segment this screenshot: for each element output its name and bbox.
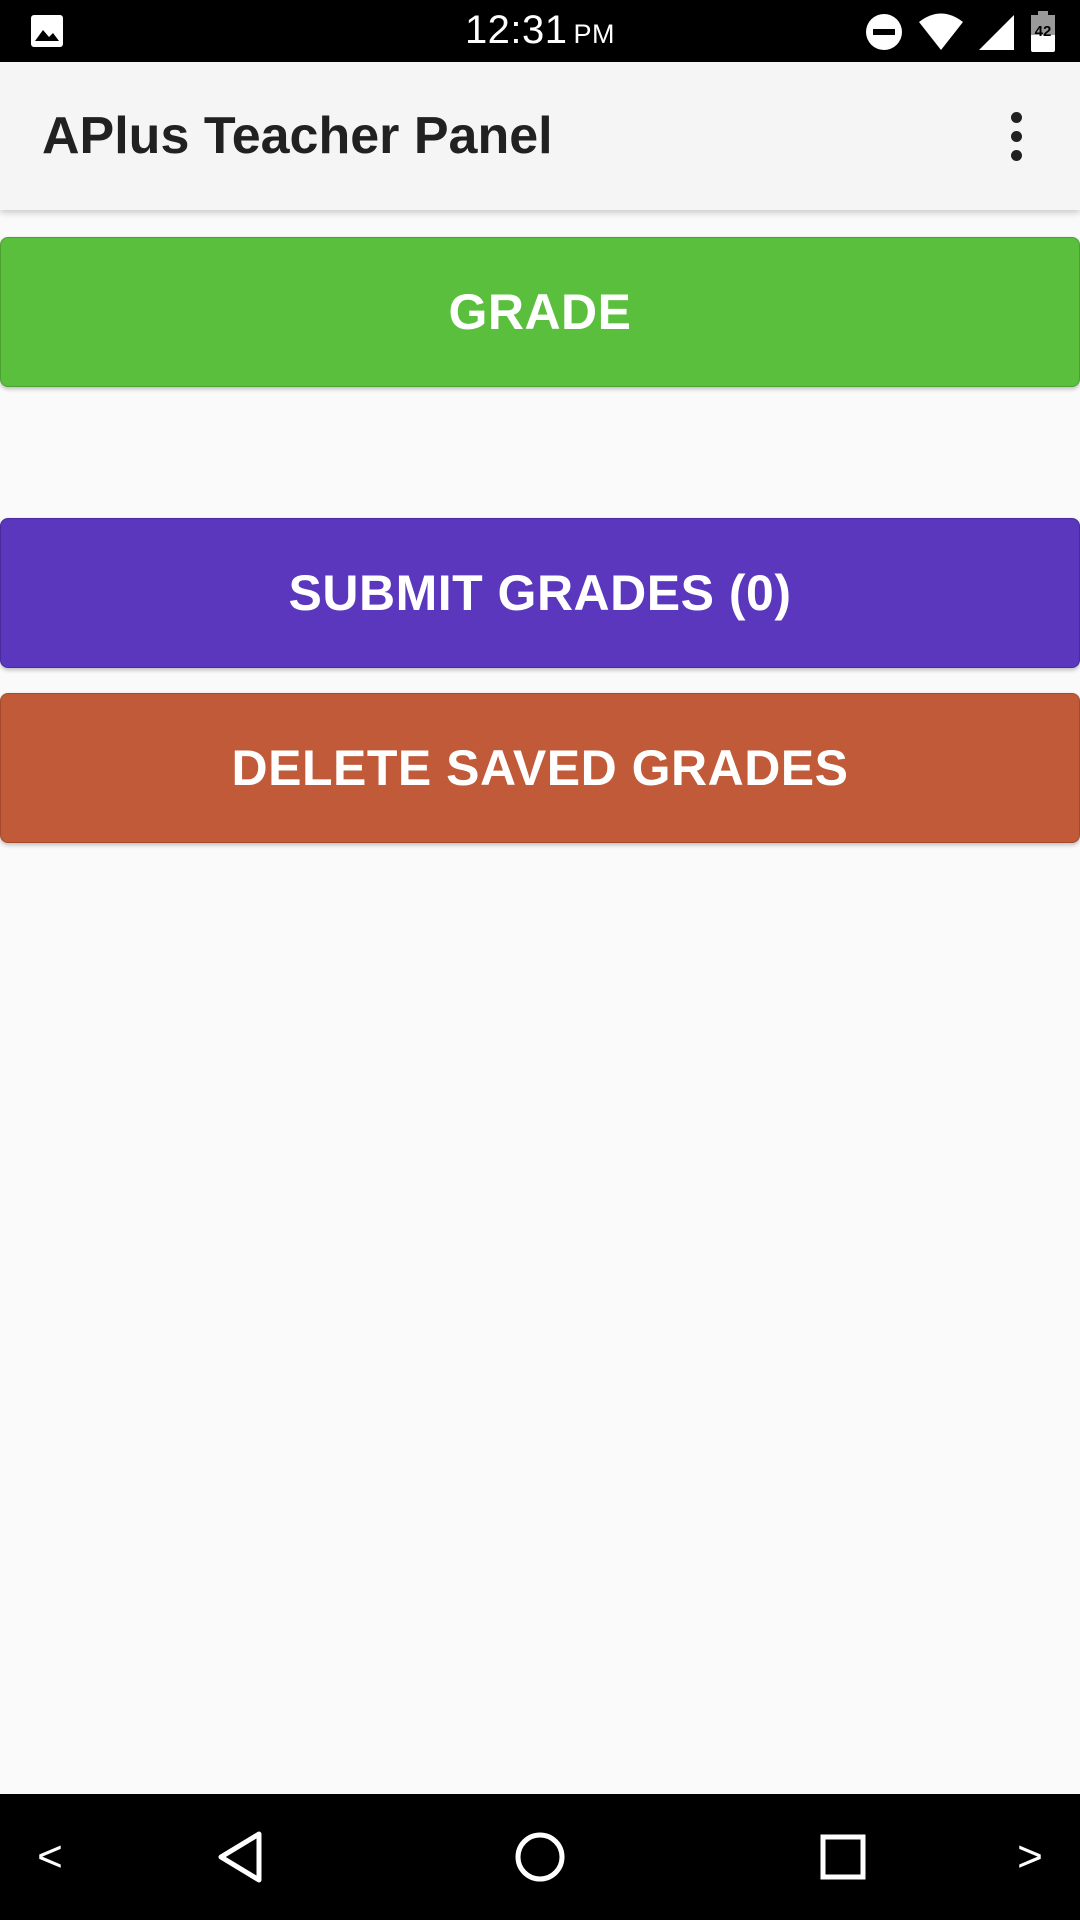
recents-icon[interactable] [803, 1794, 883, 1920]
home-icon[interactable] [500, 1794, 580, 1920]
grade-button[interactable]: GRADE [0, 237, 1080, 387]
more-vertical-icon[interactable] [986, 104, 1046, 168]
status-bar: 12:31 PM 42 [0, 0, 1080, 62]
navigation-bar: < > [0, 1794, 1080, 1920]
battery-level-text: 42 [1034, 23, 1052, 40]
wifi-icon [919, 13, 963, 50]
cellular-signal-icon [979, 15, 1014, 50]
next-button[interactable]: > [1000, 1794, 1060, 1920]
page-title: APlus Teacher Panel [42, 107, 553, 165]
battery-icon: 42 [1030, 11, 1056, 53]
app-bar: APlus Teacher Panel [0, 62, 1080, 210]
prev-button[interactable]: < [20, 1794, 80, 1920]
back-icon[interactable] [200, 1794, 280, 1920]
delete-saved-grades-button[interactable]: DELETE SAVED GRADES [0, 693, 1080, 843]
do-not-disturb-icon [866, 14, 902, 50]
submit-grades-button[interactable]: SUBMIT GRADES (0) [0, 518, 1080, 668]
